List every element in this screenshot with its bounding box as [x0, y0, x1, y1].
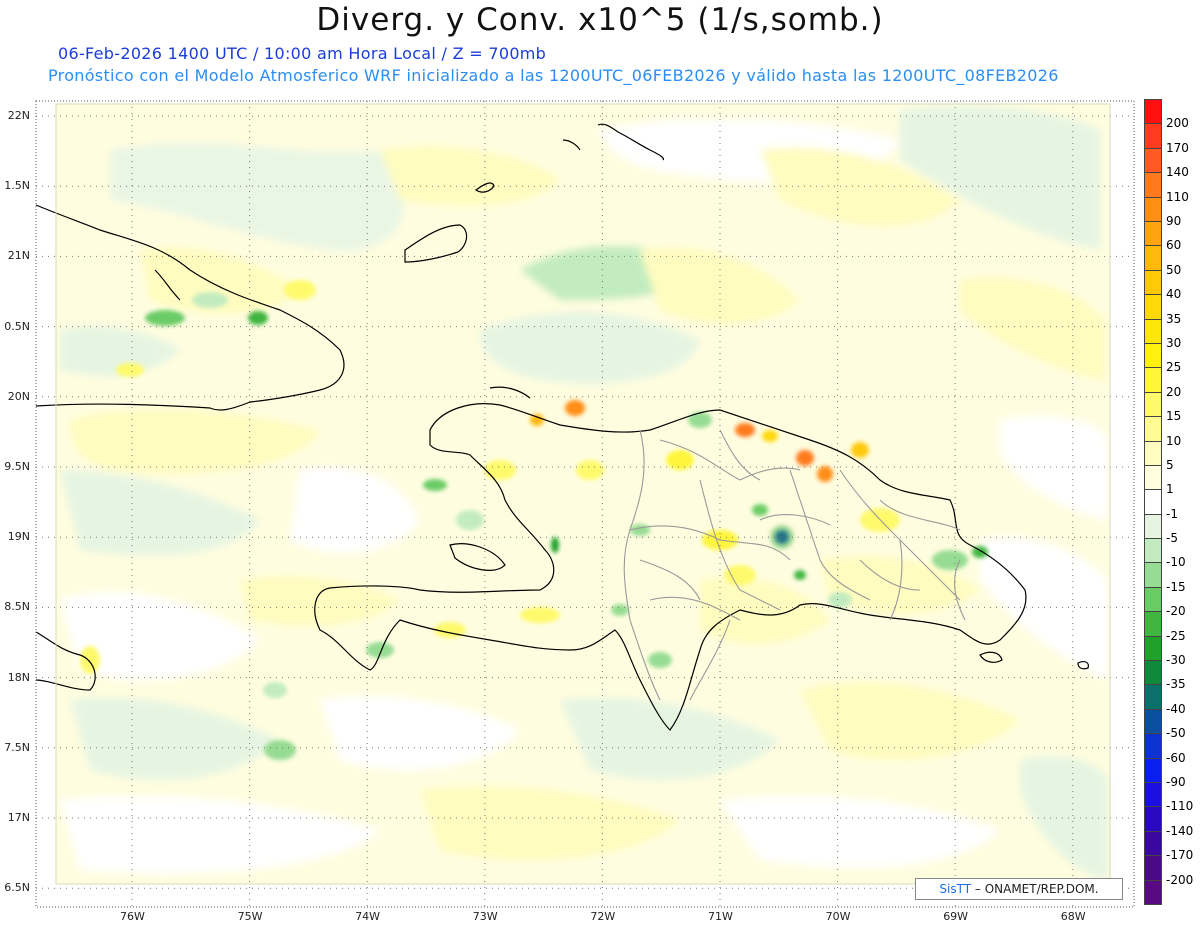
latitude-label: 1.5N — [4, 179, 30, 193]
color-scale-label: -50 — [1166, 726, 1186, 741]
forecast-map — [35, 100, 1135, 908]
longitude-label: 72W — [590, 910, 616, 923]
color-scale-cell — [1144, 806, 1162, 831]
latitude-label: 17N — [7, 811, 30, 824]
latitude-label: 8.5N — [4, 600, 30, 614]
color-scale-cell — [1144, 294, 1162, 319]
color-scale-label: -35 — [1166, 677, 1186, 692]
color-scale-label: 50 — [1166, 262, 1182, 277]
color-scale-cell — [1144, 123, 1162, 148]
color-scale-cell — [1144, 489, 1162, 514]
color-scale-label: -40 — [1166, 701, 1186, 716]
color-scale-label: -90 — [1166, 775, 1186, 790]
color-scale-label: 25 — [1166, 360, 1182, 375]
color-scale-label: -20 — [1166, 604, 1186, 619]
color-scale-label: -10 — [1166, 555, 1186, 570]
color-scale-cell — [1144, 147, 1162, 173]
color-scale-cell — [1144, 391, 1162, 417]
color-scale-cell — [1144, 342, 1162, 368]
color-scale-cell — [1144, 416, 1162, 441]
color-scale-cell — [1144, 562, 1162, 587]
color-scale-cell — [1144, 245, 1162, 270]
color-scale-cell — [1144, 586, 1162, 612]
color-scale-label: 60 — [1166, 238, 1182, 253]
color-scale-label: 15 — [1166, 409, 1182, 424]
color-scale-cell — [1144, 611, 1162, 636]
color-scale-label: 170 — [1166, 140, 1189, 155]
color-scale-label: 35 — [1166, 311, 1182, 326]
color-scale-cell — [1144, 830, 1162, 856]
latitude-label: 18N — [7, 670, 30, 684]
color-scale-label: 10 — [1166, 433, 1182, 448]
longitude-label: 69W — [943, 910, 969, 923]
color-scale-cell — [1144, 269, 1162, 295]
latitude-label: 0.5N — [4, 319, 30, 333]
longitude-label: 71W — [708, 910, 733, 923]
longitude-label: 70W — [825, 910, 851, 923]
latitude-label: 22N — [7, 109, 30, 122]
color-scale-label: 1 — [1166, 482, 1174, 497]
longitude-label: 74W — [355, 910, 381, 923]
color-scale-cell — [1144, 708, 1162, 734]
color-scale-label: 140 — [1166, 165, 1189, 180]
color-scale-label: -5 — [1166, 531, 1178, 546]
color-scale-cell — [1144, 196, 1162, 221]
color-scale-cell — [1144, 757, 1162, 783]
latitude-label: 19N — [7, 530, 30, 544]
color-scale-label: 110 — [1166, 189, 1189, 204]
latitude-label: 21N — [7, 249, 30, 263]
color-scale-label: -170 — [1166, 848, 1194, 863]
color-scale-cell — [1144, 782, 1162, 807]
color-scale-bar — [1144, 99, 1162, 905]
color-scale-label: -110 — [1166, 799, 1194, 814]
color-scale-cell — [1144, 684, 1162, 709]
color-scale-cell — [1144, 172, 1162, 197]
color-scale-cell — [1144, 464, 1162, 490]
color-scale-label: 20 — [1166, 384, 1182, 399]
color-scale-label: -60 — [1166, 750, 1186, 765]
latitude-label: 20N — [7, 389, 30, 403]
latitude-label: 6.5N — [4, 881, 30, 895]
color-scale-cell — [1144, 855, 1162, 880]
color-scale-label: -15 — [1166, 579, 1186, 594]
color-scale-label: 200 — [1166, 116, 1189, 131]
credit-brand: SisTT — [939, 882, 972, 896]
color-scale-cell — [1144, 733, 1162, 758]
color-scale-cell — [1144, 879, 1162, 905]
color-scale-cell — [1144, 318, 1162, 343]
color-scale-cell — [1144, 367, 1162, 392]
color-scale-cell — [1144, 660, 1162, 685]
latitude-label: 7.5N — [4, 740, 30, 754]
longitude-label: 76W — [120, 910, 145, 923]
field-shading — [56, 104, 1110, 884]
color-scale-label: -25 — [1166, 628, 1186, 643]
color-scale-label: -140 — [1166, 823, 1194, 838]
longitude-label: 75W — [237, 910, 263, 923]
color-scale-cell — [1144, 635, 1162, 661]
color-scale-label: -1 — [1166, 506, 1178, 521]
longitude-label: 73W — [472, 910, 498, 923]
color-scale-label: 90 — [1166, 213, 1182, 228]
latitude-label: 9.5N — [4, 460, 30, 473]
color-scale-cell — [1144, 513, 1162, 539]
color-scale-label: -200 — [1166, 872, 1194, 887]
color-scale-cell — [1144, 99, 1162, 124]
color-scale-label: -30 — [1166, 653, 1186, 668]
credit-text: – ONAMET/REP.DOM. — [971, 882, 1099, 896]
color-scale-cell — [1144, 440, 1162, 465]
color-scale-label: 40 — [1166, 287, 1182, 302]
color-scale-cell — [1144, 220, 1162, 246]
longitude-label: 68W — [1060, 910, 1086, 923]
color-scale-label: 5 — [1166, 457, 1174, 472]
color-scale-label: 30 — [1166, 335, 1182, 350]
color-scale-cell — [1144, 538, 1162, 563]
credit-box: SisTT – ONAMET/REP.DOM. — [915, 878, 1123, 900]
